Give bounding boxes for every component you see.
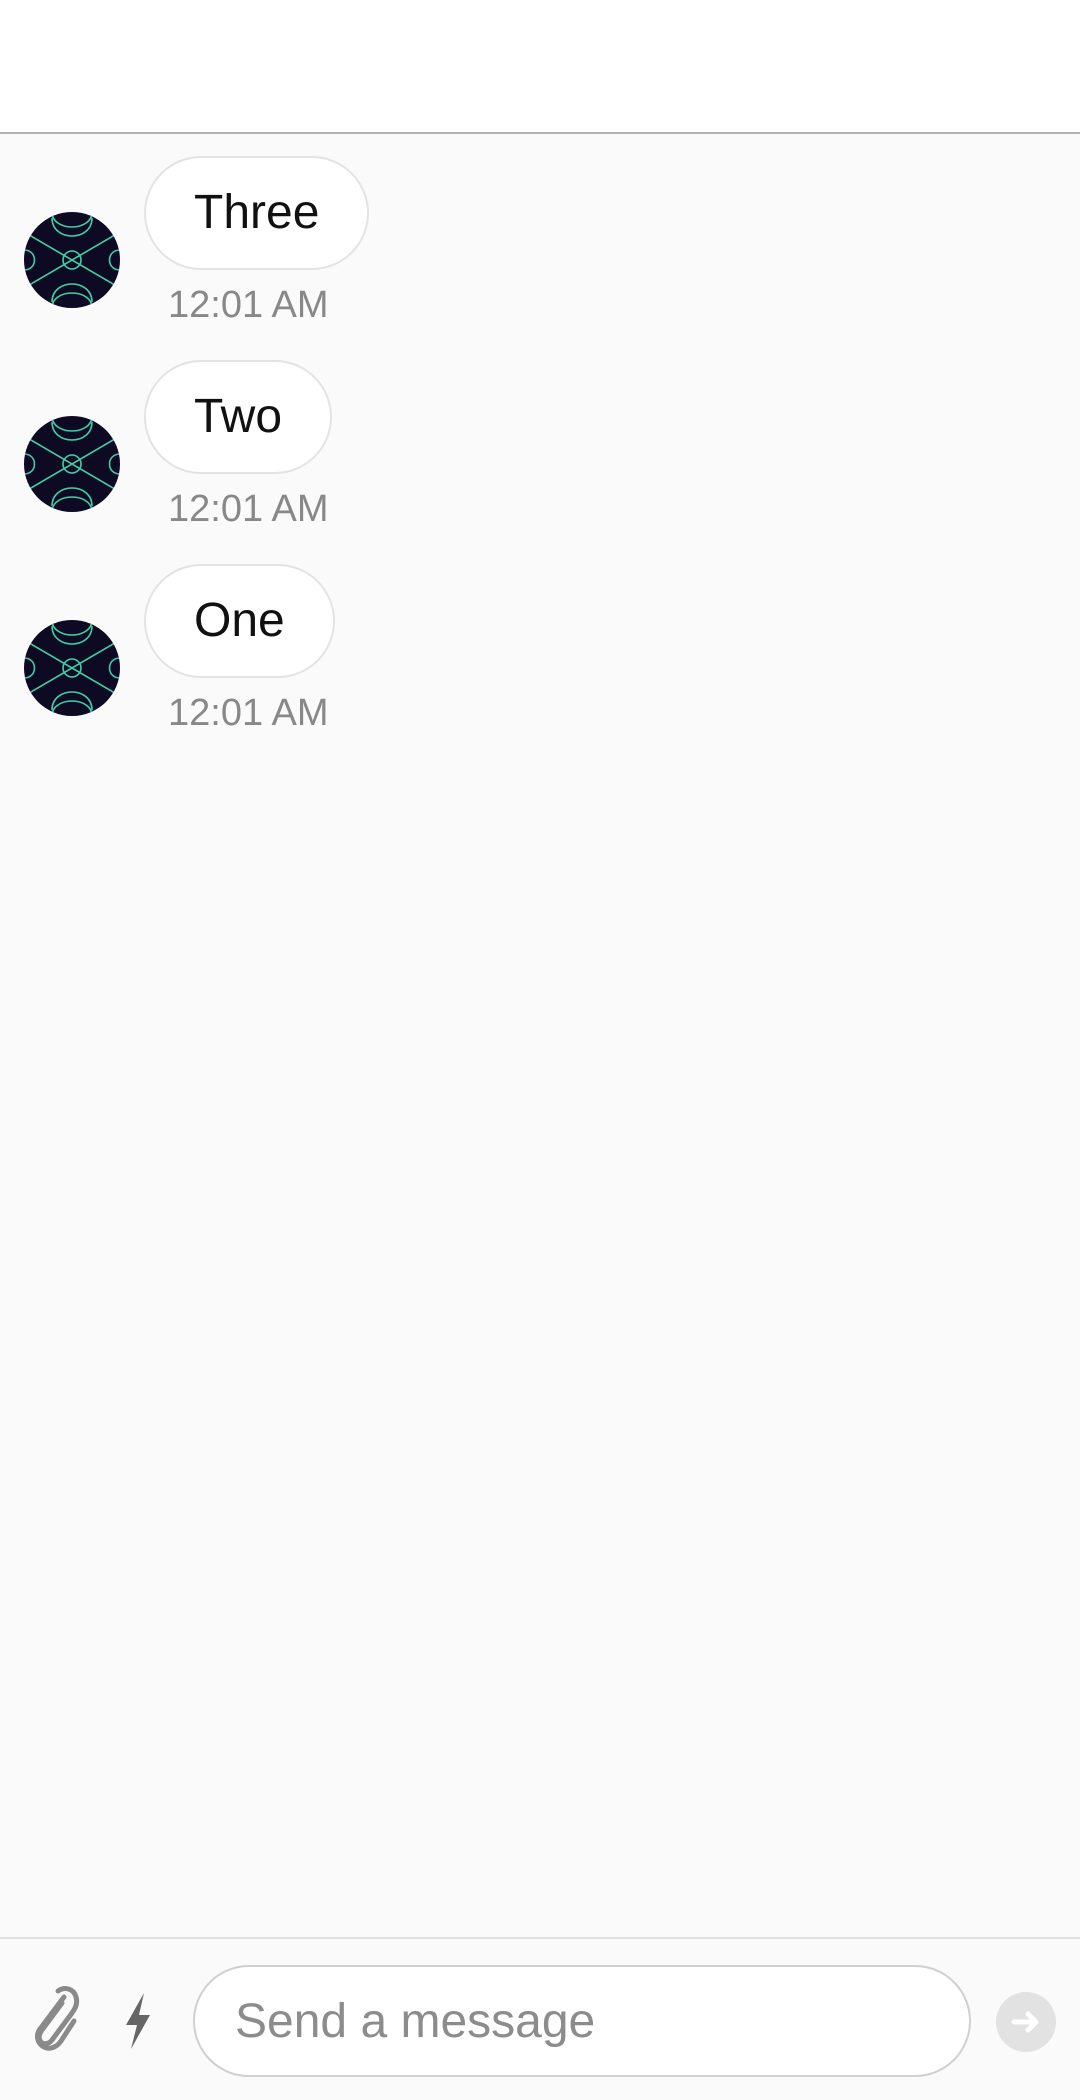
avatar[interactable]: [24, 212, 120, 308]
lightning-bolt-icon: [126, 1993, 150, 2049]
avatar-pattern-icon: [24, 416, 120, 512]
avatar-pattern-icon: [24, 212, 120, 308]
attach-button[interactable]: [24, 1983, 80, 2055]
avatar[interactable]: [24, 620, 120, 716]
message-input[interactable]: [193, 1965, 971, 2077]
message-bubble[interactable]: Three: [144, 156, 370, 270]
message-row: Three 12:01 AM: [0, 134, 1080, 334]
quick-reply-button[interactable]: [118, 1991, 158, 2051]
header-bar: [0, 0, 1080, 134]
paperclip-icon: [34, 1986, 80, 2051]
message-timestamp: 12:01 AM: [168, 692, 329, 734]
message-bubble[interactable]: One: [144, 564, 335, 678]
arrow-right-icon: [1011, 2011, 1039, 2033]
message-timestamp: 12:01 AM: [168, 284, 329, 326]
message-row: Two 12:01 AM: [0, 338, 1080, 538]
message-row: One 12:01 AM: [0, 542, 1080, 742]
avatar-pattern-icon: [24, 620, 120, 716]
message-bubble[interactable]: Two: [144, 360, 333, 474]
send-button[interactable]: [996, 1992, 1056, 2052]
message-composer: [0, 1937, 1080, 2100]
message-list[interactable]: Three 12:01 AM Two 12:01 AM One 12:01 AM: [0, 134, 1080, 1937]
message-timestamp: 12:01 AM: [168, 488, 329, 530]
avatar[interactable]: [24, 416, 120, 512]
